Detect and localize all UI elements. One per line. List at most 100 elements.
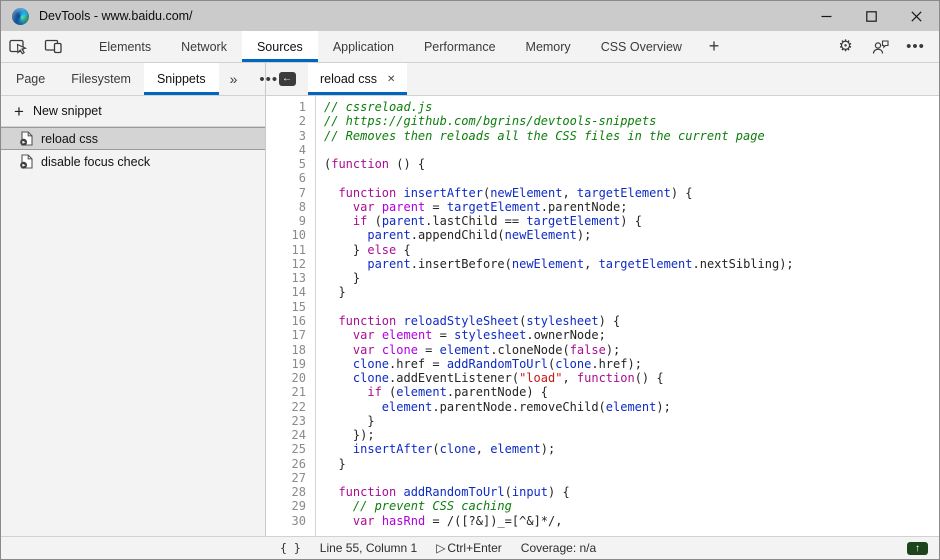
line-number[interactable]: 4 (266, 143, 306, 157)
subheader: PageFilesystemSnippets » ••• ← reload cs… (1, 63, 939, 96)
code-line[interactable]: element.parentNode.removeChild(element); (324, 400, 939, 414)
tab-performance[interactable]: Performance (409, 31, 511, 62)
code-line[interactable]: parent.appendChild(newElement); (324, 228, 939, 242)
code-line[interactable] (324, 471, 939, 485)
code-line[interactable]: } (324, 414, 939, 428)
code-line[interactable]: clone.addEventListener("load", function(… (324, 371, 939, 385)
gutter: 1234567891011121314151617181920212223242… (266, 96, 316, 536)
line-number[interactable]: 20 (266, 371, 306, 385)
line-number[interactable]: 3 (266, 129, 306, 143)
new-snippet-label: New snippet (33, 104, 102, 118)
customize-menu-icon[interactable]: ••• (898, 31, 933, 62)
code-line[interactable]: }); (324, 428, 939, 442)
code-line[interactable]: } (324, 457, 939, 471)
tab-network[interactable]: Network (166, 31, 242, 62)
line-number[interactable]: 13 (266, 271, 306, 285)
line-number[interactable]: 19 (266, 357, 306, 371)
settings-gear-icon[interactable]: ⚙ (828, 31, 863, 62)
line-number[interactable]: 16 (266, 314, 306, 328)
line-number[interactable]: 27 (266, 471, 306, 485)
line-number[interactable]: 15 (266, 300, 306, 314)
code-line[interactable]: var clone = element.cloneNode(false); (324, 343, 939, 357)
line-number[interactable]: 29 (266, 499, 306, 513)
line-number[interactable]: 22 (266, 400, 306, 414)
maximize-button[interactable] (849, 1, 894, 31)
line-number[interactable]: 2 (266, 114, 306, 128)
code-line[interactable]: clone.href = addRandomToUrl(clone.href); (324, 357, 939, 371)
line-number[interactable]: 30 (266, 514, 306, 528)
code-line[interactable]: if (element.parentNode) { (324, 385, 939, 399)
tab-close-icon[interactable]: ✕ (387, 74, 395, 85)
line-number[interactable]: 25 (266, 442, 306, 456)
line-number[interactable]: 7 (266, 186, 306, 200)
snippet-file-icon (20, 154, 33, 169)
window-title: DevTools - www.baidu.com/ (39, 9, 193, 23)
coverage-status: Coverage: n/a (521, 541, 596, 555)
line-number[interactable]: 21 (266, 385, 306, 399)
line-number[interactable]: 11 (266, 243, 306, 257)
close-button[interactable] (894, 1, 939, 31)
code-line[interactable]: } (324, 285, 939, 299)
code-line[interactable]: // prevent CSS caching (324, 499, 939, 513)
line-number[interactable]: 6 (266, 171, 306, 185)
tab-sources[interactable]: Sources (242, 31, 318, 62)
code-editor[interactable]: 1234567891011121314151617181920212223242… (266, 96, 939, 536)
navigator-tabs: PageFilesystemSnippets » ••• (1, 63, 266, 95)
tab-elements[interactable]: Elements (84, 31, 166, 62)
line-number[interactable]: 17 (266, 328, 306, 342)
code-line[interactable]: var parent = targetElement.parentNode; (324, 200, 939, 214)
line-number[interactable]: 14 (266, 285, 306, 299)
run-hint-label: Ctrl+Enter (447, 541, 501, 555)
line-number[interactable]: 10 (266, 228, 306, 242)
pretty-print-icon[interactable]: { } (280, 541, 301, 555)
line-number[interactable]: 26 (266, 457, 306, 471)
code-line[interactable]: insertAfter(clone, element); (324, 442, 939, 456)
line-number[interactable]: 12 (266, 257, 306, 271)
tab-application[interactable]: Application (318, 31, 409, 62)
code-line[interactable]: (function () { (324, 157, 939, 171)
tab-memory[interactable]: Memory (511, 31, 586, 62)
minimize-button[interactable] (804, 1, 849, 31)
snippets-sidebar: + New snippet reload cssdisable focus ch… (1, 96, 266, 536)
code-line[interactable]: var element = stylesheet.ownerNode; (324, 328, 939, 342)
line-number[interactable]: 1 (266, 100, 306, 114)
code-lines[interactable]: // cssreload.js// https://github.com/bgr… (316, 96, 939, 536)
more-tools-add-icon[interactable]: + (697, 31, 731, 62)
line-number[interactable]: 23 (266, 414, 306, 428)
code-line[interactable] (324, 300, 939, 314)
code-line[interactable]: // Removes then reloads all the CSS file… (324, 129, 939, 143)
code-line[interactable]: // cssreload.js (324, 100, 939, 114)
navigator-toggle-icon[interactable]: ← (266, 63, 308, 95)
device-toolbar-icon[interactable] (36, 31, 71, 62)
sidebar-tab-filesystem[interactable]: Filesystem (58, 63, 144, 95)
line-number[interactable]: 5 (266, 157, 306, 171)
line-number[interactable]: 8 (266, 200, 306, 214)
line-number[interactable]: 9 (266, 214, 306, 228)
code-line[interactable]: // https://github.com/bgrins/devtools-sn… (324, 114, 939, 128)
code-line[interactable]: if (parent.lastChild == targetElement) { (324, 214, 939, 228)
code-line[interactable] (324, 171, 939, 185)
code-line[interactable]: parent.insertBefore(newElement, targetEl… (324, 257, 939, 271)
code-line[interactable]: function reloadStyleSheet(stylesheet) { (324, 314, 939, 328)
editor-tab-reload-css[interactable]: reload css ✕ (308, 63, 407, 95)
line-number[interactable]: 28 (266, 485, 306, 499)
code-line[interactable] (324, 143, 939, 157)
line-number[interactable]: 24 (266, 428, 306, 442)
more-navigator-tabs-icon[interactable]: » (219, 63, 249, 95)
inspect-element-icon[interactable] (1, 31, 36, 62)
run-snippet-hint: ▷ Ctrl+Enter (436, 541, 502, 555)
code-line[interactable]: } else { (324, 243, 939, 257)
sidebar-tab-page[interactable]: Page (3, 63, 58, 95)
feedback-icon[interactable] (863, 31, 898, 62)
code-line[interactable]: } (324, 271, 939, 285)
snippet-item-disable-focus-check[interactable]: disable focus check (1, 150, 265, 173)
code-line[interactable]: function insertAfter(newElement, targetE… (324, 186, 939, 200)
code-line[interactable]: function addRandomToUrl(input) { (324, 485, 939, 499)
code-line[interactable]: var hasRnd = /([?&])_=[^&]*/, (324, 514, 939, 528)
tab-css-overview[interactable]: CSS Overview (586, 31, 697, 62)
new-snippet-button[interactable]: + New snippet (1, 96, 265, 127)
snippet-item-reload-css[interactable]: reload css (1, 127, 265, 150)
drawer-toggle-icon[interactable]: ↑ (907, 542, 928, 555)
line-number[interactable]: 18 (266, 343, 306, 357)
sidebar-tab-snippets[interactable]: Snippets (144, 63, 219, 95)
